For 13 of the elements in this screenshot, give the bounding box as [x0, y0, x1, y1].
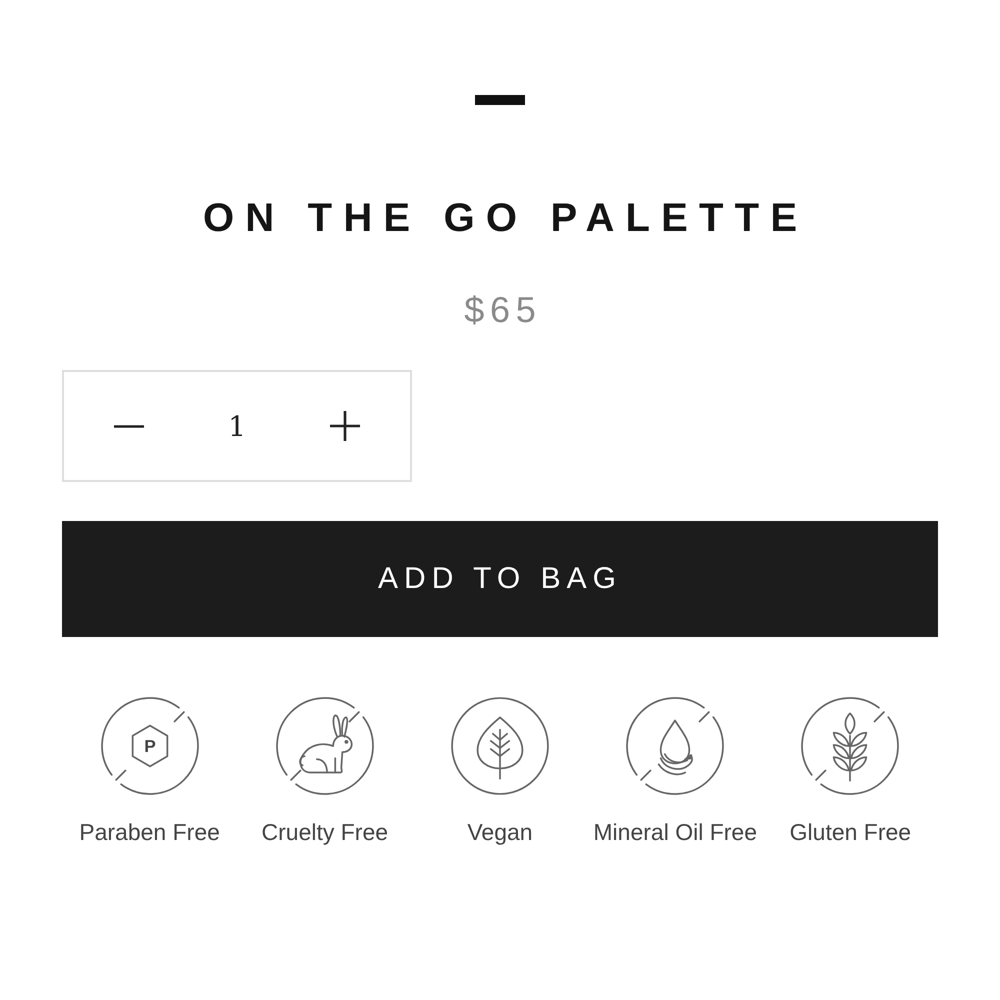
quantity-value: 1: [228, 410, 246, 442]
badge-label: Mineral Oil Free: [593, 819, 757, 846]
product-title: ON THE GO PALETTE: [202, 195, 808, 242]
badge-label: Paraben Free: [79, 819, 220, 846]
quantity-stepper[interactable]: 1: [62, 370, 412, 482]
add-to-bag-button[interactable]: ADD TO BAG: [62, 521, 938, 637]
minus-icon: [114, 424, 144, 428]
badge-label: Gluten Free: [790, 819, 912, 846]
dash-icon: [475, 95, 525, 105]
plus-icon: [330, 411, 360, 441]
badge-label: Vegan: [467, 819, 533, 846]
badge-label: Cruelty Free: [262, 819, 388, 846]
product-price: $65: [464, 290, 542, 330]
